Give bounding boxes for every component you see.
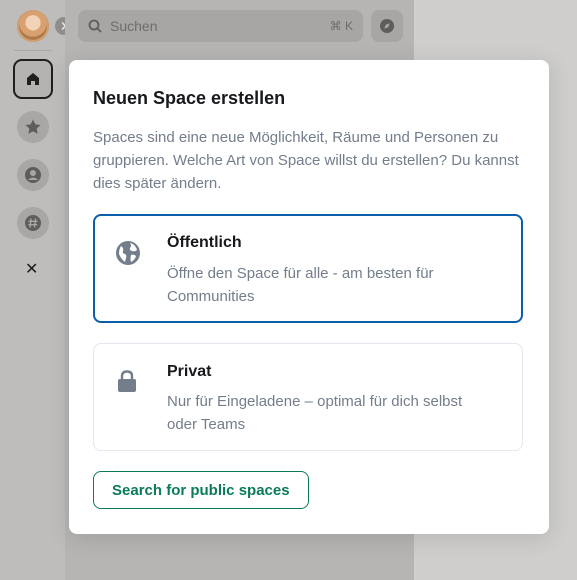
option-private-description: Nur für Eingeladene – optimal für dich s… [167,393,463,433]
home-icon [27,73,39,85]
avatar[interactable] [17,10,49,42]
search-bar[interactable]: Suchen ⌘ K [78,10,363,42]
option-public[interactable]: Öffentlich Öffne den Space für alle - am… [93,214,523,323]
search-shortcut: ⌘ K [329,19,353,33]
option-private[interactable]: Privat Nur für Eingeladene – optimal für… [93,343,523,451]
option-public-description: Öffne den Space für alle - am besten für… [167,265,434,305]
compass-icon [380,19,394,33]
divider [14,50,52,51]
close-icon[interactable]: ✕ [25,262,38,278]
globe-icon [116,241,140,265]
hash-icon [25,215,41,231]
person-icon [25,167,41,183]
spaces-bar: ✕ [0,0,73,580]
favourites-button[interactable] [17,111,49,143]
rooms-button[interactable] [17,207,49,239]
people-button[interactable] [17,159,49,191]
option-public-title: Öffentlich [167,234,242,251]
search-placeholder: Suchen [110,18,158,34]
create-space-dialog: Neuen Space erstellen Spaces sind eine n… [69,60,549,534]
option-private-title: Privat [167,363,212,380]
star-icon [25,119,41,134]
explore-rooms-button[interactable] [371,10,403,42]
home-button[interactable] [13,59,53,99]
dialog-title: Neuen Space erstellen [93,88,286,108]
search-public-spaces-button[interactable]: Search for public spaces [93,471,309,509]
search-icon [88,19,102,33]
dialog-description: Spaces sind eine neue Möglichkeit, Räume… [93,129,519,192]
lock-icon [118,370,136,392]
